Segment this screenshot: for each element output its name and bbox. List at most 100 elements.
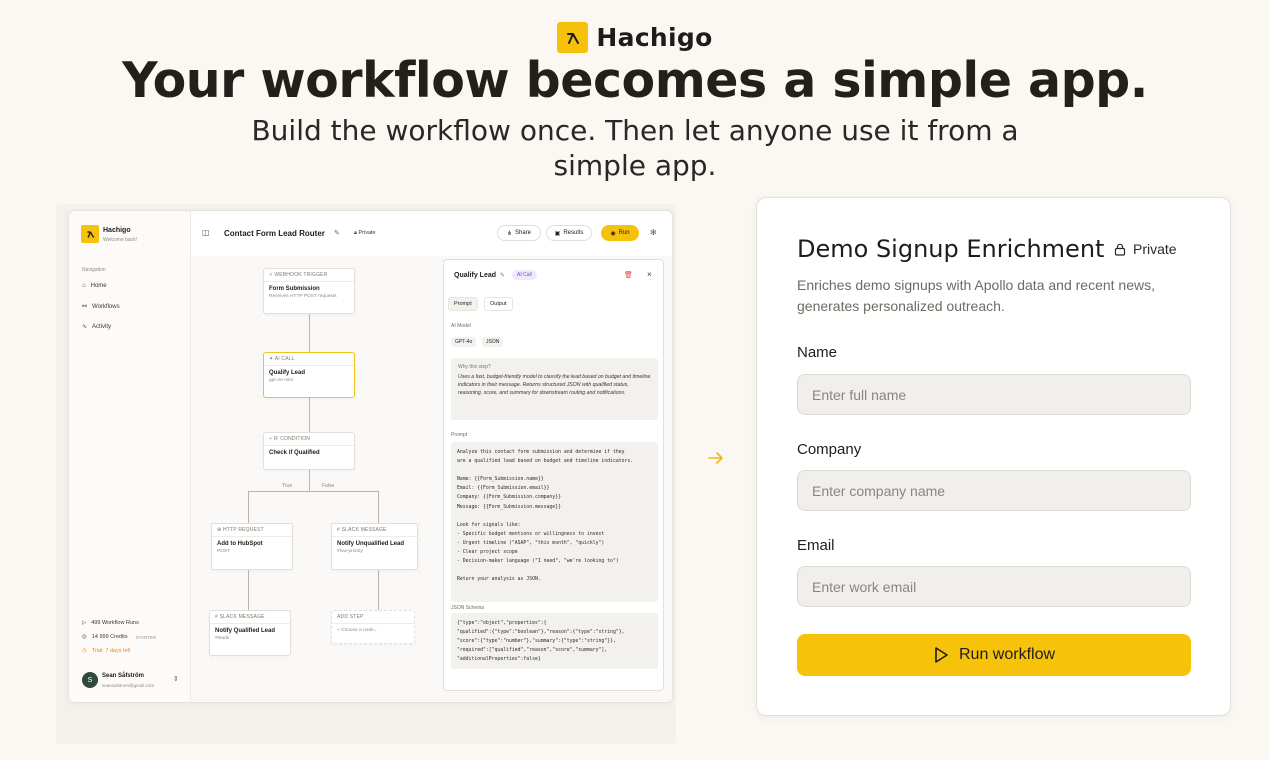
sidebar-app-name: Hachigo [103, 227, 131, 234]
node-add-step[interactable]: ADD STEP + Choose a node... [331, 610, 415, 644]
connector-line [378, 570, 379, 610]
avatar[interactable]: S [82, 672, 98, 688]
slack-icon: # [337, 527, 340, 533]
results-button[interactable]: ▣ Results [546, 225, 592, 241]
connector-line [378, 491, 379, 523]
node-type-text: AI CALL [274, 356, 295, 362]
workflow-app-screenshot: Hachigo Welcome back! Navigation ⌂ Home ⚯… [68, 210, 673, 703]
sidebar-item-label: Home [90, 283, 107, 289]
connector-line [248, 570, 249, 610]
share-icon: ⋔ [506, 230, 512, 237]
plan-badge: STARTER [135, 634, 157, 640]
workflow-runs: ▷ 499 Workflow Runs [82, 620, 139, 626]
run-workflow-button[interactable]: Run workflow [797, 634, 1191, 676]
tab-output[interactable]: Output [484, 297, 513, 311]
node-ai-call[interactable]: ✦ AI CALL Qualify Lead gpt-4o-mini [263, 352, 355, 398]
lock-icon: 🔒︎ [354, 230, 357, 236]
credits-text: 14 999 Credits [91, 634, 128, 640]
sidebar-item-workflows[interactable]: ⚯ Workflows [82, 303, 120, 311]
delete-icon[interactable]: 🗑︎ [624, 271, 633, 279]
run-button[interactable]: ◉ Run [601, 225, 639, 241]
close-icon[interactable]: × [647, 270, 652, 279]
private-badge: Private [1114, 241, 1177, 257]
brand: Hachigo [0, 22, 1270, 53]
node-detail-panel: Qualify Lead ✎ AI Call 🗑︎ × Prompt Outpu… [443, 259, 664, 691]
node-title: Notify Unqualified Lead [337, 541, 405, 547]
credits-icon: ◎ [82, 634, 87, 640]
private-badge: 🔒︎ Private [354, 230, 376, 237]
sidebar-item-activity[interactable]: ∿ Activity [82, 323, 112, 331]
choose-node-link[interactable]: + Choose a node... [332, 624, 414, 635]
node-type: ⚡︎ WEBHOOK TRIGGER [264, 269, 354, 282]
connector-line [309, 470, 310, 491]
node-if-condition[interactable]: ⑂ IF CONDITION Check if Qualified [263, 432, 355, 470]
sidebar-item-label: Workflows [92, 303, 120, 310]
email-label: Email [797, 537, 835, 554]
sidebar-logo-icon [81, 225, 99, 243]
node-title: Notify Qualified Lead [215, 628, 276, 634]
sidebar-item-home[interactable]: ⌂ Home [82, 283, 107, 289]
page-subheadline: Build the workflow once. Then let anyone… [251, 114, 1019, 182]
workflow-title: Contact Form Lead Router [224, 229, 325, 238]
run-workflow-label: Run workflow [958, 646, 1056, 663]
settings-gear-icon[interactable]: ✻ [650, 228, 657, 237]
node-slack-qualified[interactable]: # SLACK MESSAGE Notify Qualified Lead #l… [209, 610, 291, 656]
arrow-right-icon [706, 448, 726, 471]
play-icon: ▷ [82, 620, 87, 626]
connector-line [309, 314, 310, 352]
node-webhook-trigger[interactable]: ⚡︎ WEBHOOK TRIGGER Form Submission Recei… [263, 268, 355, 314]
play-icon [935, 647, 948, 663]
json-schema-editor[interactable]: {"type":"object","properties":{ "qualifi… [451, 613, 658, 669]
sidebar: Hachigo Welcome back! Navigation ⌂ Home ⚯… [69, 211, 191, 702]
sidebar-item-label: Activity [92, 323, 112, 330]
activity-icon: ∿ [82, 324, 88, 330]
panel-type-badge: AI Call [512, 270, 537, 280]
company-input[interactable] [797, 470, 1191, 511]
run-icon: ◉ [610, 230, 616, 237]
sidebar-toggle-icon[interactable]: ◫ [202, 228, 210, 237]
json-schema-label: JSON Schema [451, 605, 485, 611]
node-sub: #leads [215, 636, 230, 641]
private-text: Private [1133, 241, 1177, 257]
node-title: Qualify Lead [269, 370, 306, 376]
name-label: Name [797, 344, 838, 361]
topbar: ◫ Contact Form Lead Router ✎ 🔒︎ Private … [191, 211, 672, 256]
node-type: # SLACK MESSAGE [210, 611, 290, 624]
share-label: Share [515, 230, 532, 236]
sparkle-icon: ✦ [269, 356, 274, 362]
model-chip[interactable]: GPT-4o [451, 337, 477, 347]
trial-text: Trial: 7 days left [91, 648, 131, 654]
sidebar-nav-label: Navigation [82, 267, 106, 273]
private-text: Private [358, 230, 376, 236]
prompt-editor[interactable]: Analyze this contact form submission and… [451, 442, 658, 602]
share-button[interactable]: ⋔ Share [497, 225, 541, 241]
webhook-icon: ⚡︎ [269, 272, 273, 278]
node-sub: #low-priority [337, 549, 363, 554]
connector-line [309, 398, 310, 432]
node-sub: Receives HTTP POST requests [269, 294, 337, 299]
node-slack-unqualified[interactable]: # SLACK MESSAGE Notify Unqualified Lead … [331, 523, 418, 570]
form-title: Demo Signup Enrichment [797, 235, 1105, 263]
workflow-icon: ⚯ [82, 304, 88, 310]
page-headline: Your workflow becomes a simple app. [122, 52, 1148, 109]
why-this-step: Why this step? Uses a fast, budget-frien… [451, 358, 658, 420]
edit-icon[interactable]: ✎ [500, 272, 505, 279]
node-http-request[interactable]: ⊕ HTTP REQUEST Add to HubSpot POST [211, 523, 293, 570]
prompt-label: Prompt [451, 432, 468, 438]
node-type: ⑂ IF CONDITION [264, 433, 354, 446]
trial-status: ◷ Trial: 7 days left [82, 648, 130, 654]
form-description: Enriches demo signups with Apollo data a… [797, 277, 1155, 314]
email-input[interactable] [797, 566, 1191, 607]
format-chip[interactable]: JSON [482, 337, 504, 347]
hachigo-logo-icon [557, 22, 589, 53]
edit-icon[interactable]: ✎ [334, 229, 340, 237]
lock-icon [1114, 243, 1126, 256]
app-form-card: Demo Signup Enrichment Private Enriches … [756, 197, 1231, 716]
tab-prompt[interactable]: Prompt [448, 297, 478, 311]
account-chevron-icon[interactable]: ⇕ [173, 675, 179, 683]
node-sub: gpt-4o-mini [269, 378, 293, 383]
node-type: ADD STEP [332, 611, 414, 624]
sidebar-welcome: Welcome back! [103, 237, 138, 243]
node-type-text: WEBHOOK TRIGGER [274, 272, 328, 278]
name-input[interactable] [797, 374, 1191, 415]
